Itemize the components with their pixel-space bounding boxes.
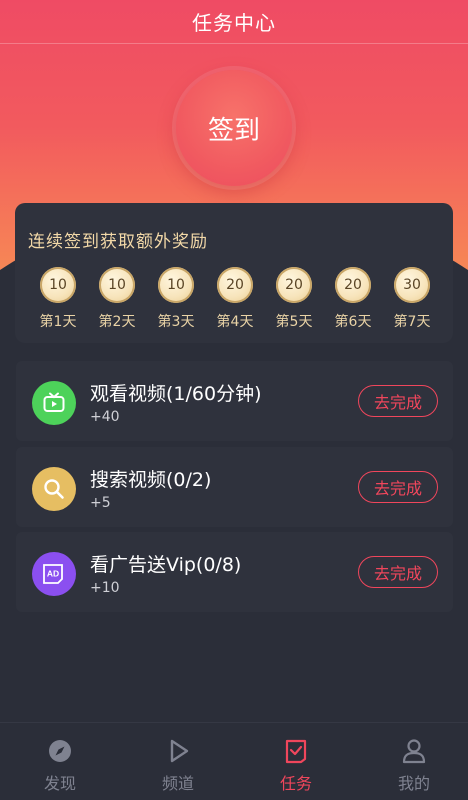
day-label: 第2天 — [98, 314, 136, 330]
streak-day: 10 第2天 — [87, 267, 147, 331]
day-label: 第6天 — [334, 314, 372, 330]
tab-mine[interactable]: 我的 — [374, 737, 454, 794]
tab-label: 频道 — [161, 774, 194, 793]
svg-text:AD: AD — [47, 569, 59, 579]
tv-play-icon — [32, 381, 76, 425]
coin-badge: 20 — [335, 267, 371, 303]
streak-day: 20 第4天 — [205, 267, 265, 331]
tab-channel[interactable]: 频道 — [138, 737, 218, 794]
page-title: 任务中心 — [192, 11, 276, 35]
complete-task-button[interactable]: 去完成 — [358, 556, 438, 588]
task-name: 搜索视频(0/2) — [90, 469, 212, 491]
streak-card: 连续签到获取额外奖励 10 第1天 10 第2天 10 第3天 20 第4天 2… — [15, 203, 453, 343]
title-bar: 任务中心 — [0, 0, 468, 44]
task-name: 观看视频(1/60分钟) — [90, 383, 262, 405]
task-item-watch-video: 观看视频(1/60分钟) +40 去完成 — [16, 361, 453, 441]
day-label: 第5天 — [275, 314, 313, 330]
complete-task-button[interactable]: 去完成 — [358, 471, 438, 503]
task-reward: +40 — [90, 409, 120, 425]
tab-label: 我的 — [397, 774, 430, 793]
coin-badge: 10 — [40, 267, 76, 303]
day-label: 第4天 — [216, 314, 254, 330]
tab-tasks[interactable]: 任务 — [256, 737, 336, 794]
tab-label: 任务 — [279, 774, 312, 793]
task-reward: +10 — [90, 580, 120, 596]
day-label: 第1天 — [39, 314, 77, 330]
streak-day: 10 第3天 — [146, 267, 206, 331]
streak-day: 10 第1天 — [28, 267, 88, 331]
coin-badge: 10 — [158, 267, 194, 303]
day-label: 第7天 — [393, 314, 431, 330]
task-check-icon — [282, 737, 310, 765]
coin-badge: 30 — [394, 267, 430, 303]
streak-heading: 连续签到获取额外奖励 — [28, 232, 208, 252]
coin-badge: 20 — [217, 267, 253, 303]
user-icon — [400, 737, 428, 765]
streak-day: 20 第5天 — [264, 267, 324, 331]
complete-task-button[interactable]: 去完成 — [358, 385, 438, 417]
task-reward: +5 — [90, 495, 111, 511]
coin-badge: 10 — [99, 267, 135, 303]
task-item-search-video: 搜索视频(0/2) +5 去完成 — [16, 447, 453, 527]
task-name: 看广告送Vip(0/8) — [90, 554, 242, 576]
streak-days: 10 第1天 10 第2天 10 第3天 20 第4天 20 第5天 20 第6… — [15, 267, 453, 337]
task-item-watch-ad: AD 看广告送Vip(0/8) +10 去完成 — [16, 532, 453, 612]
ad-icon: AD — [32, 552, 76, 596]
play-icon — [164, 737, 192, 765]
day-label: 第3天 — [157, 314, 195, 330]
compass-icon — [46, 737, 74, 765]
streak-day: 20 第6天 — [323, 267, 383, 331]
streak-day: 30 第7天 — [382, 267, 442, 331]
tab-label: 发现 — [43, 774, 76, 793]
tab-discover[interactable]: 发现 — [20, 737, 100, 794]
search-icon — [32, 467, 76, 511]
sign-in-button[interactable]: 签到 — [176, 70, 292, 186]
bottom-tab-bar: 发现 频道 任务 我的 — [0, 722, 468, 800]
coin-badge: 20 — [276, 267, 312, 303]
